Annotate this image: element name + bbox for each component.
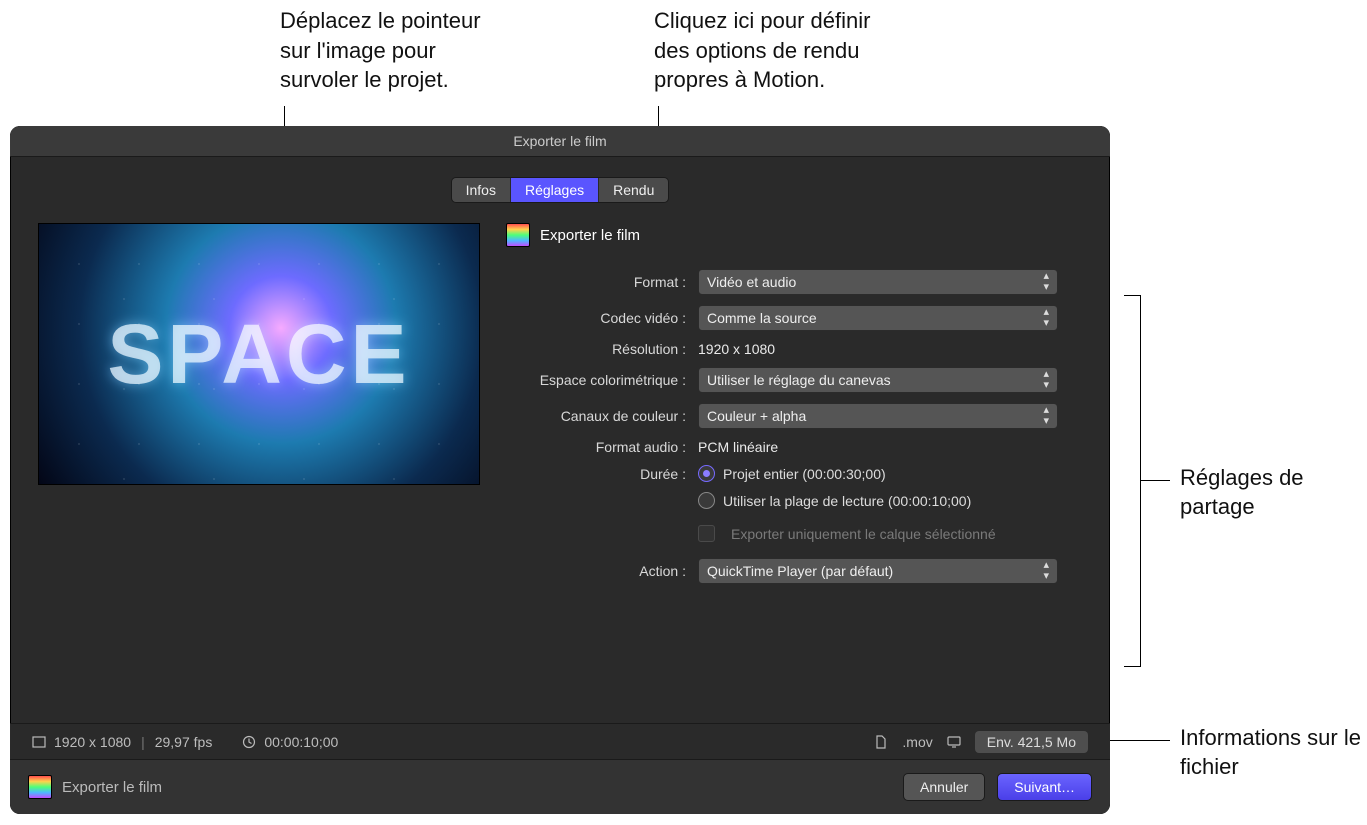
checkbox-export-selected-row: Exporter uniquement le calque sélectionn… bbox=[698, 525, 1058, 542]
tab-info[interactable]: Infos bbox=[452, 178, 511, 202]
motion-app-icon bbox=[506, 223, 530, 247]
motion-app-icon bbox=[28, 775, 52, 799]
radio-duration-range[interactable] bbox=[698, 492, 715, 509]
popup-action-value: QuickTime Player (par défaut) bbox=[707, 563, 893, 579]
tab-bar: Infos Réglages Rendu bbox=[10, 177, 1110, 203]
side-label-fileinfo: Informations sur le fichier bbox=[1180, 724, 1367, 781]
footer-title: Exporter le film bbox=[62, 779, 162, 796]
value-audio: PCM linéaire bbox=[698, 439, 1058, 455]
label-colorspace: Espace colorimétrique : bbox=[506, 372, 686, 388]
lead-fileinfo bbox=[1110, 740, 1170, 741]
info-strip: 1920 x 1080 | 29,97 fps 00:00:10;00 .mov… bbox=[10, 723, 1110, 760]
tab-render[interactable]: Rendu bbox=[599, 178, 668, 202]
info-fps: 29,97 fps bbox=[155, 734, 213, 750]
popup-format[interactable]: Vidéo et audio ▴▾ bbox=[698, 269, 1058, 295]
callout-preview: Déplacez le pointeur sur l'image pour su… bbox=[280, 6, 481, 95]
export-window: Exporter le film Infos Réglages Rendu SP… bbox=[10, 126, 1110, 814]
section-header: Exporter le film bbox=[506, 223, 1082, 247]
label-channels: Canaux de couleur : bbox=[506, 408, 686, 424]
popup-codec-value: Comme la source bbox=[707, 310, 817, 326]
frame-icon bbox=[32, 735, 46, 749]
popup-colorspace-value: Utiliser le réglage du canevas bbox=[707, 372, 891, 388]
label-codec: Codec vidéo : bbox=[506, 310, 686, 326]
info-ext: .mov bbox=[902, 734, 932, 750]
radio-duration-range-row[interactable]: Utiliser la plage de lecture (00:00:10;0… bbox=[698, 492, 1058, 509]
window-title: Exporter le film bbox=[10, 126, 1110, 157]
side-label-share: Réglages de partage bbox=[1180, 464, 1367, 521]
info-timecode: 00:00:10;00 bbox=[264, 734, 338, 750]
callout-render: Cliquez ici pour définir des options de … bbox=[654, 6, 870, 95]
radio-duration-full-row[interactable]: Projet entier (00:00:30;00) bbox=[698, 465, 1058, 482]
info-dims: 1920 x 1080 bbox=[54, 734, 131, 750]
popup-colorspace[interactable]: Utiliser le réglage du canevas ▴▾ bbox=[698, 367, 1058, 393]
label-resolution: Résolution : bbox=[506, 341, 686, 357]
chevron-updown-icon: ▴▾ bbox=[1043, 369, 1049, 391]
chevron-updown-icon: ▴▾ bbox=[1043, 271, 1049, 293]
chevron-updown-icon: ▴▾ bbox=[1043, 560, 1049, 582]
clock-icon bbox=[242, 735, 256, 749]
popup-format-value: Vidéo et audio bbox=[707, 274, 796, 290]
preview-text: SPACE bbox=[39, 224, 479, 484]
radio-duration-full-label: Projet entier (00:00:30;00) bbox=[723, 466, 886, 482]
popup-codec[interactable]: Comme la source ▴▾ bbox=[698, 305, 1058, 331]
label-action: Action : bbox=[506, 563, 686, 579]
preview-thumbnail[interactable]: SPACE bbox=[38, 223, 480, 485]
next-button[interactable]: Suivant… bbox=[997, 773, 1092, 801]
checkbox-export-selected-label: Exporter uniquement le calque sélectionn… bbox=[731, 526, 996, 542]
chevron-updown-icon: ▴▾ bbox=[1043, 405, 1049, 427]
label-format: Format : bbox=[506, 274, 686, 290]
bracket-share-lead bbox=[1140, 480, 1170, 481]
popup-channels-value: Couleur + alpha bbox=[707, 408, 806, 424]
tab-settings[interactable]: Réglages bbox=[511, 178, 599, 202]
bracket-share bbox=[1124, 295, 1141, 667]
cancel-button[interactable]: Annuler bbox=[903, 773, 985, 801]
display-icon bbox=[947, 735, 961, 749]
value-resolution: 1920 x 1080 bbox=[698, 341, 1058, 357]
label-duration: Durée : bbox=[506, 466, 686, 482]
popup-channels[interactable]: Couleur + alpha ▴▾ bbox=[698, 403, 1058, 429]
label-audio: Format audio : bbox=[506, 439, 686, 455]
radio-duration-range-label: Utiliser la plage de lecture (00:00:10;0… bbox=[723, 493, 971, 509]
chevron-updown-icon: ▴▾ bbox=[1043, 307, 1049, 329]
footer: Exporter le film Annuler Suivant… bbox=[10, 759, 1110, 814]
popup-action[interactable]: QuickTime Player (par défaut) ▴▾ bbox=[698, 558, 1058, 584]
checkbox-export-selected bbox=[698, 525, 715, 542]
file-icon bbox=[874, 735, 888, 749]
section-title: Exporter le film bbox=[540, 227, 640, 244]
radio-duration-full[interactable] bbox=[698, 465, 715, 482]
info-size-pill: Env. 421,5 Mo bbox=[975, 731, 1088, 753]
